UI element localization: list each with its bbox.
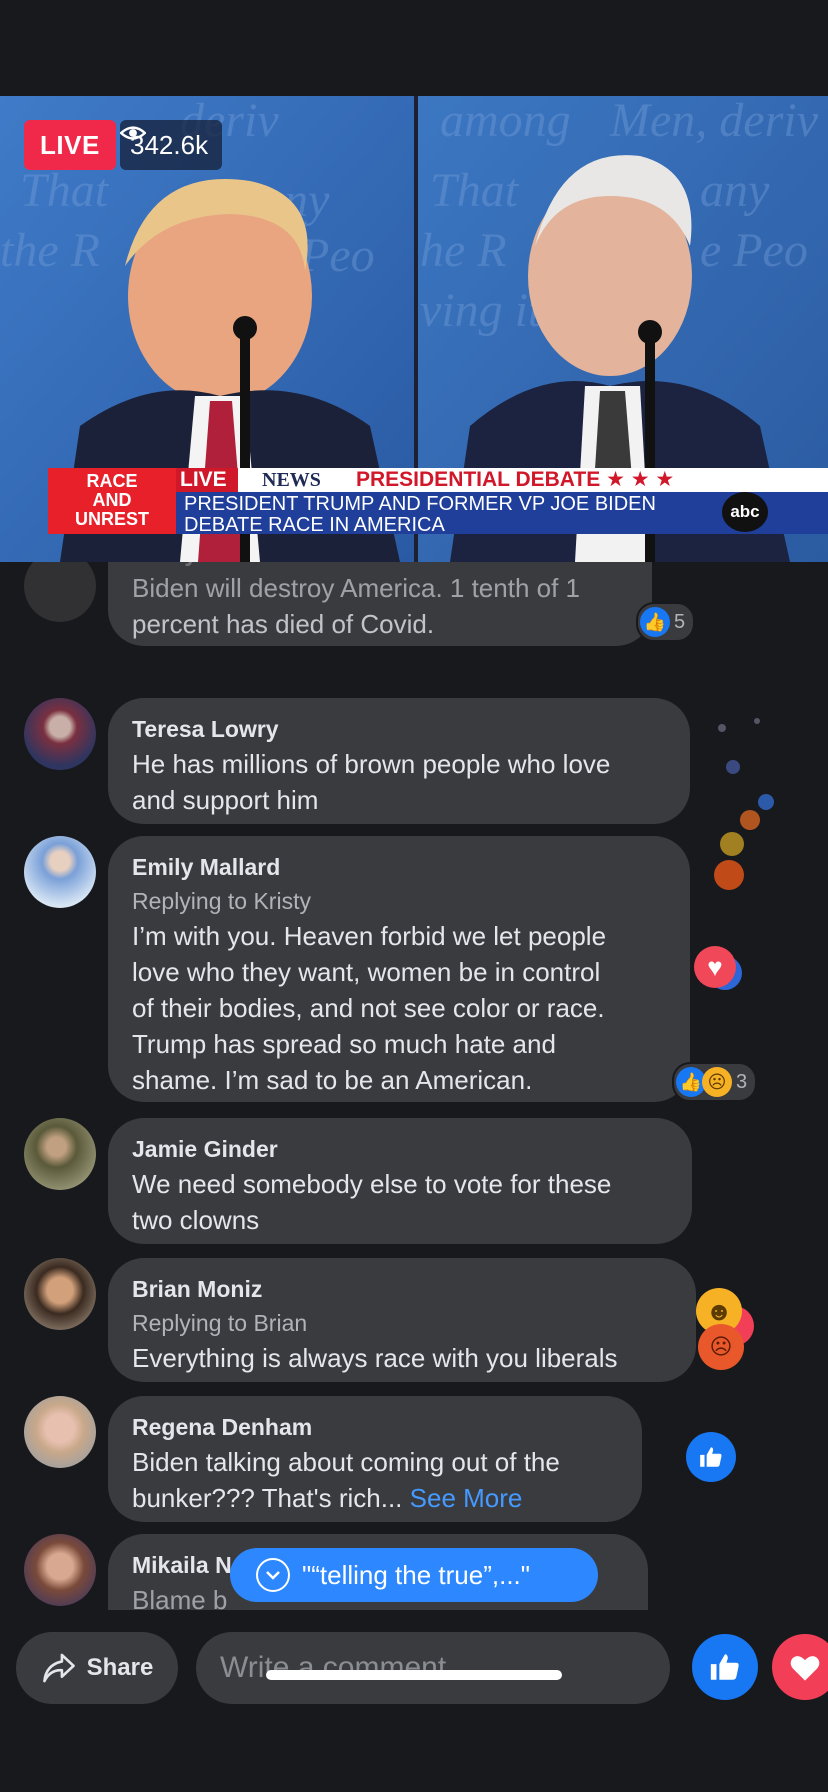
banner-tag: RACE AND UNREST (48, 472, 176, 529)
comment-text: Everything is always race with you liber… (132, 1343, 618, 1373)
comment-text: shame. I’m sad to be an American. (132, 1065, 533, 1095)
comment-text: of their bodies, and not see color or ra… (132, 993, 605, 1023)
thumbs-up-icon: 👍 (640, 607, 670, 637)
comment-text: I’m with you. Heaven forbid we let peopl… (132, 921, 607, 951)
avatar[interactable] (24, 1534, 96, 1606)
comments-feed[interactable]: Cheryl Suddarth Biden will destroy Ameri… (0, 562, 828, 1610)
comment-input[interactable] (196, 1632, 670, 1704)
banner-network: NEWS (262, 469, 321, 491)
avatar[interactable] (24, 698, 96, 770)
comment-bubble[interactable]: Emily Mallard Replying to Kristy I’m wit… (108, 836, 690, 1102)
svg-text:the R: the R (0, 224, 100, 277)
comment-bubble[interactable]: Jamie Ginder We need somebody else to vo… (108, 1118, 692, 1244)
chevron-down-icon (256, 1558, 290, 1592)
avatar[interactable] (24, 1118, 96, 1190)
commenter-name[interactable]: Teresa Lowry (132, 712, 666, 746)
reaction-count: 5 (674, 610, 686, 633)
banner-title: PRESIDENTIAL DEBATE ★ ★ ★ (356, 468, 675, 491)
comment-bubble[interactable]: Brian Moniz Replying to Brian Everything… (108, 1258, 696, 1382)
comment-text: Biden talking about coming out of the (132, 1447, 560, 1477)
comment-text: Trump has spread so much hate and (132, 1029, 556, 1059)
reaction-particle (754, 718, 760, 724)
reaction-count: 3 (736, 1070, 748, 1093)
thumbs-up-glyph (700, 1447, 722, 1467)
heart-icon (790, 1656, 820, 1681)
svg-text:That: That (430, 164, 520, 217)
banner-tag-line: RACE (86, 471, 138, 491)
laughing-face-icon (720, 832, 744, 856)
chevron-glyph (266, 1571, 280, 1580)
svg-text:ving it: ving it (420, 284, 543, 337)
love-reaction-button[interactable] (772, 1634, 828, 1700)
reply-context[interactable]: Replying to Brian (132, 1306, 672, 1340)
reaction-summary[interactable]: 👍 5 (636, 602, 696, 642)
commenter-name[interactable]: Emily Mallard (132, 850, 666, 884)
banner-headline: PRESIDENT TRUMP AND FORMER VP JOE BIDEN … (184, 494, 656, 536)
new-comments-pill-text: "“telling the true”,..." (302, 1559, 530, 1590)
commenter-name[interactable]: Brian Moniz (132, 1272, 672, 1306)
angry-face-icon (714, 860, 744, 890)
new-comments-pill[interactable]: "“telling the true”,..." (230, 1548, 598, 1602)
angry-face-icon: ☹ (698, 1324, 744, 1370)
svg-text:among: among (440, 96, 571, 147)
comment-text-line: bunker??? That's rich... See More (132, 1480, 618, 1516)
eye-icon (120, 126, 146, 140)
comment-bubble[interactable]: Teresa Lowry He has millions of brown pe… (108, 698, 690, 824)
banner-tag-line: UNREST (74, 509, 149, 529)
comment-bubble[interactable]: Cheryl Suddarth Biden will destroy Ameri… (108, 562, 652, 646)
reply-context[interactable]: Replying to Kristy (132, 884, 666, 918)
share-label: Share (86, 1654, 154, 1681)
thumbs-up-icon (686, 1432, 736, 1482)
avatar[interactable] (24, 1396, 96, 1468)
thumbs-up-icon (710, 1654, 739, 1680)
see-more-link[interactable]: See More (410, 1483, 523, 1513)
home-indicator[interactable] (266, 1670, 562, 1680)
banner-headline-line: PRESIDENT TRUMP AND FORMER VP JOE BIDEN (184, 493, 656, 515)
svg-text:That: That (20, 164, 110, 217)
commenter-name[interactable]: Jamie Ginder (132, 1132, 668, 1166)
reaction-particle (758, 794, 774, 810)
share-button[interactable]: Share (16, 1632, 178, 1704)
comment-bubble[interactable]: Regena Denham Biden talking about coming… (108, 1396, 642, 1522)
banner-headline-line: DEBATE RACE IN AMERICA (184, 514, 445, 536)
live-video-player[interactable]: deriv That the R any Peo among Men, deriv Th… (0, 96, 828, 562)
svg-text:e Peo: e Peo (700, 224, 808, 277)
svg-text:Men, deriv: Men, deriv (609, 96, 819, 147)
avatar[interactable] (24, 1258, 96, 1330)
like-reaction-button[interactable] (692, 1634, 758, 1700)
avatar[interactable] (24, 562, 96, 622)
comment-text: and support him (132, 785, 319, 815)
angry-face-icon (740, 810, 760, 830)
comment-text: bunker??? That's rich... (132, 1483, 403, 1513)
banner-live-label: LIVE (180, 468, 227, 491)
svg-text:any: any (700, 164, 770, 217)
reaction-particle (726, 760, 740, 774)
sad-face-icon: ☹ (702, 1067, 732, 1097)
reaction-particle (718, 724, 726, 732)
abc-logo: abc (722, 492, 768, 532)
share-arrow-icon (42, 1653, 75, 1683)
commenter-name[interactable]: Regena Denham (132, 1410, 618, 1444)
comment-text: He has millions of brown people who love (132, 749, 611, 779)
svg-text:Peo: Peo (299, 229, 375, 282)
live-badge: LIVE (24, 120, 116, 170)
bottom-bar: Share (0, 1610, 828, 1792)
svg-text:he R: he R (420, 224, 507, 277)
comment-text: two clowns (132, 1205, 260, 1235)
heart-icon: ♥ (694, 946, 736, 988)
viewer-count: 342.6k (120, 120, 223, 170)
reaction-summary[interactable]: 👍 ☹ 3 (672, 1062, 758, 1102)
comment-text: We need somebody else to vote for these (132, 1169, 612, 1199)
floating-reactions: ☻ ☹ (694, 1288, 758, 1372)
comment-text: percent has died of Covid. (132, 609, 435, 639)
banner-tag-line: AND (92, 490, 132, 510)
avatar[interactable] (24, 836, 96, 908)
commenter-name[interactable]: Cheryl Suddarth (132, 562, 628, 570)
comment-text: love who they want, women be in control (132, 957, 601, 987)
floating-reactions: ♥ (694, 946, 742, 994)
comment-text: Biden will destroy America. 1 tenth of 1 (132, 573, 581, 603)
